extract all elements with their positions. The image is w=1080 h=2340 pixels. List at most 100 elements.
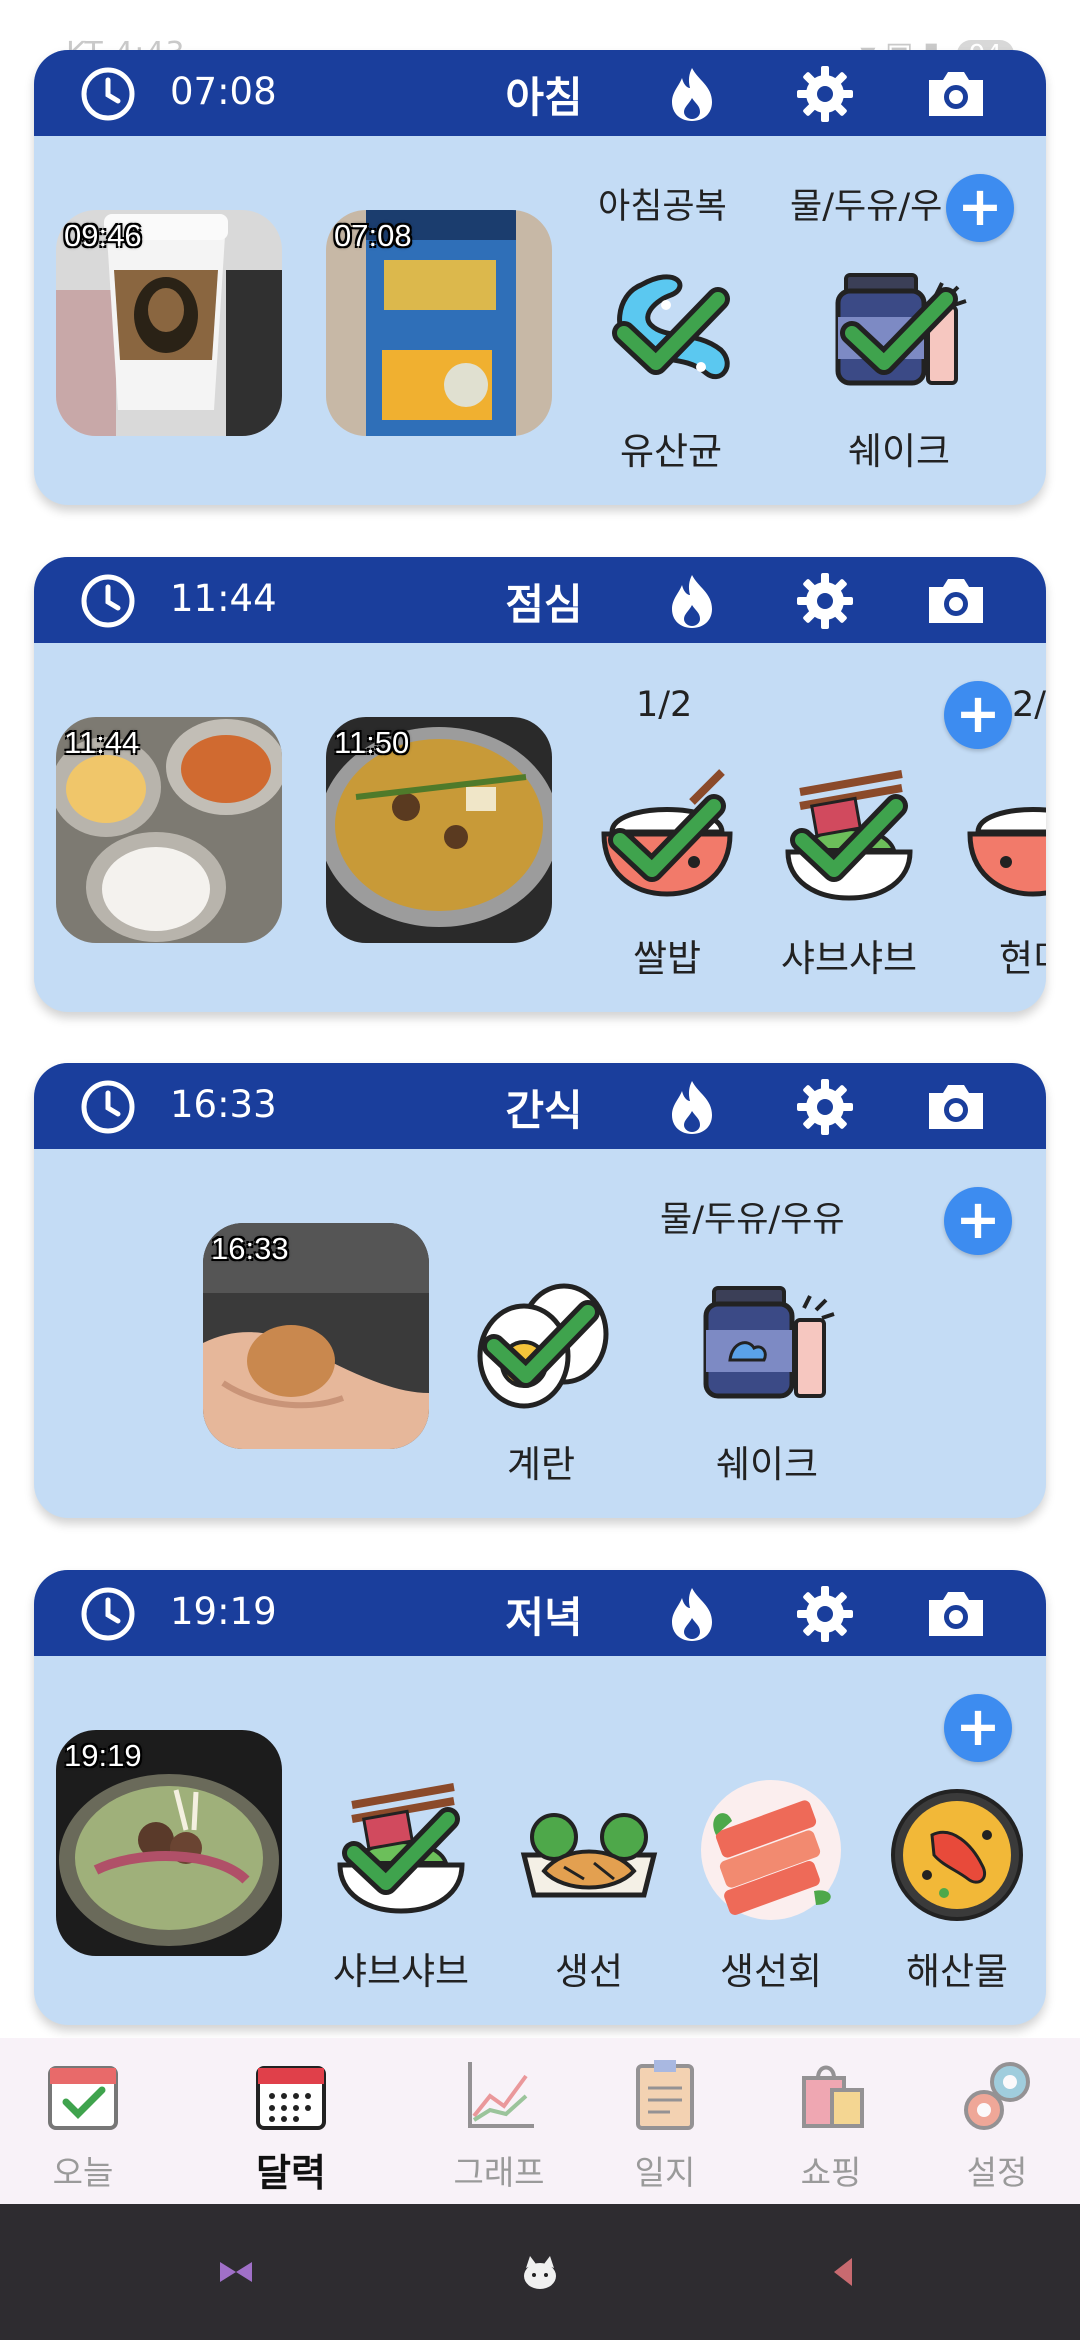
clock-icon[interactable] (80, 1586, 136, 1642)
nav-label: 그래프 (453, 2153, 545, 2192)
camera-icon[interactable] (925, 68, 987, 120)
nav-item-journal[interactable]: 일지 (585, 2056, 745, 2194)
add-food-button[interactable]: + (946, 174, 1014, 242)
gear-icon[interactable] (795, 64, 855, 124)
shopping-bag-icon (802, 2065, 864, 2128)
nav-item-shopping[interactable]: 쇼핑 (751, 2056, 911, 2194)
fire-icon[interactable] (664, 571, 720, 631)
system-navigation-bar (0, 2204, 1080, 2340)
settings-gears-icon (964, 2062, 1030, 2130)
fire-icon[interactable] (664, 1077, 720, 1137)
nav-item-settings[interactable]: 설정 (917, 2056, 1077, 2194)
camera-icon[interactable] (925, 575, 987, 627)
probiotic-icon (612, 274, 730, 380)
fire-icon[interactable] (664, 64, 720, 124)
seafood-icon (891, 1789, 1023, 1921)
meal-photo[interactable]: 09:46 (56, 210, 282, 436)
group-label: 1/2 (636, 685, 693, 725)
food-item[interactable]: 유산균 (586, 255, 756, 475)
food-label: 쉐이크 (715, 1443, 819, 1486)
shabu-icon (337, 1783, 465, 1914)
photo-time: 09:46 (64, 218, 142, 253)
photo-time: 16:33 (211, 1231, 289, 1266)
nav-item-today[interactable]: 오늘 (3, 2056, 163, 2194)
nav-item-graph[interactable]: 그래프 (419, 2056, 579, 2194)
calendar-icon (256, 2066, 326, 2130)
group-label: 물/두유/우 (790, 187, 943, 227)
food-label: 유산균 (619, 430, 723, 473)
food-label: 샤브샤브 (332, 1950, 470, 1993)
meal-title: 저녁 (505, 1593, 583, 1642)
meal-time[interactable]: 11:44 (170, 577, 277, 620)
graph-icon (468, 2062, 534, 2128)
meal-time[interactable]: 16:33 (170, 1083, 277, 1126)
meal-photo[interactable]: 11:50 (326, 717, 552, 943)
group-label: 물/두유/우유 (660, 1200, 845, 1240)
meal-time[interactable]: 07:08 (170, 70, 277, 113)
nav-item-calendar[interactable]: 달력 (211, 2056, 371, 2197)
food-item[interactable]: 샤브샤브 (764, 762, 934, 982)
meal-card-snack: 16:33 간식 16:33 물/두유/우유 + 계란 쉐이크 (34, 1063, 1046, 1518)
food-label: 쌀밥 (632, 937, 702, 980)
meal-photo[interactable]: 16:33 (203, 1223, 429, 1449)
meal-photo[interactable]: 07:08 (326, 210, 552, 436)
shake-icon (835, 273, 967, 386)
food-label: 생선 (554, 1950, 624, 1993)
gear-icon[interactable] (795, 1077, 855, 1137)
food-label: 생선회 (719, 1950, 823, 1993)
meal-title: 점심 (505, 580, 583, 629)
journal-icon (636, 2060, 694, 2130)
food-item[interactable]: 계란 (456, 1268, 626, 1488)
food-label: 해산물 (905, 1950, 1009, 1993)
meal-card-lunch: 11:44 점심 11:44 11:50 1/2 2/ + 쌀밥 샤브샤브 현 (34, 557, 1046, 1012)
food-label: 계란 (506, 1443, 576, 1486)
camera-icon[interactable] (925, 1588, 987, 1640)
food-label: 샤브샤브 (780, 937, 918, 980)
rice-bowl-icon (601, 769, 733, 897)
sashimi-icon (701, 1780, 841, 1920)
meal-card-breakfast: 07:08 아침 09:46 07:08 아침공복 물/두유/우 + 유산균 쉐… (34, 50, 1046, 505)
nav-label: 오늘 (52, 2153, 114, 2192)
food-item[interactable]: 생선 (504, 1775, 674, 1995)
gear-icon[interactable] (795, 1584, 855, 1644)
clock-icon[interactable] (80, 66, 136, 122)
back-button-icon[interactable] (822, 2250, 866, 2294)
meal-photo[interactable]: 19:19 (56, 1730, 282, 1956)
photo-time: 07:08 (334, 218, 412, 253)
add-food-button[interactable]: + (944, 1187, 1012, 1255)
bottom-navigation: 오늘 달력 그래프 일지 쇼핑 설정 (0, 2038, 1080, 2204)
meal-photo[interactable]: 11:44 (56, 717, 282, 943)
today-calendar-icon (48, 2066, 118, 2130)
recents-button-icon[interactable] (214, 2250, 258, 2294)
food-item[interactable]: 생선회 (686, 1775, 856, 1995)
nav-label: 설정 (966, 2153, 1028, 2192)
group-label: 아침공복 (598, 187, 727, 227)
food-item[interactable]: 쉐이크 (814, 255, 984, 475)
photo-time: 11:44 (64, 725, 140, 760)
food-item[interactable]: 해산물 (872, 1775, 1042, 1995)
home-button-icon[interactable] (518, 2250, 562, 2294)
meal-time[interactable]: 19:19 (170, 1590, 277, 1633)
food-item[interactable]: 현미 (948, 762, 1046, 982)
shabu-icon (785, 770, 913, 901)
food-item[interactable]: 쌀밥 (582, 762, 752, 982)
nav-label: 쇼핑 (800, 2153, 862, 2192)
food-item[interactable]: 쉐이크 (682, 1268, 852, 1488)
food-label: 현미 (998, 937, 1046, 980)
food-item[interactable]: 샤브샤브 (316, 1775, 486, 1995)
fire-icon[interactable] (664, 1584, 720, 1644)
meal-header: 11:44 점심 (34, 557, 1046, 643)
fish-icon (520, 1813, 658, 1898)
photo-time: 19:19 (64, 1738, 142, 1773)
meal-header: 19:19 저녁 (34, 1570, 1046, 1656)
gear-icon[interactable] (795, 571, 855, 631)
meal-title: 간식 (505, 1086, 583, 1135)
add-food-button[interactable]: + (944, 1694, 1012, 1762)
clock-icon[interactable] (80, 573, 136, 629)
add-food-button[interactable]: + (944, 681, 1012, 749)
nav-label: 일지 (634, 2153, 696, 2192)
meal-title: 아침 (505, 73, 583, 122)
camera-icon[interactable] (925, 1081, 987, 1133)
clock-icon[interactable] (80, 1079, 136, 1135)
food-label: 쉐이크 (847, 430, 951, 473)
